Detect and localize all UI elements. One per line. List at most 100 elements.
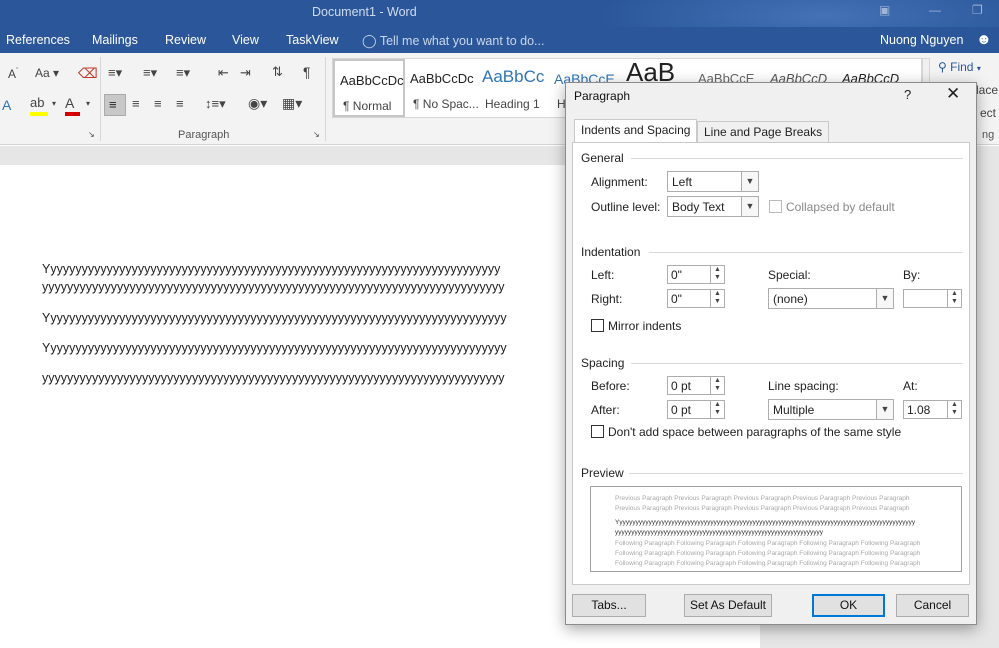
special-select[interactable]: (none) ▼ (768, 288, 894, 309)
paragraph-dialog-launcher-icon[interactable]: ↘ (313, 130, 320, 139)
tabs-button[interactable]: Tabs... (572, 594, 646, 617)
show-formatting-icon[interactable]: ¶ (303, 64, 311, 80)
before-spinner[interactable]: 0 pt ▲ ▼ (667, 376, 725, 395)
chevron-down-icon: ▼ (741, 172, 758, 191)
highlight-color-icon[interactable]: ab (30, 95, 48, 116)
borders-icon[interactable]: ▦▾ (282, 95, 302, 112)
tab-mailings[interactable]: Mailings (92, 33, 138, 47)
document-line[interactable]: yyyyyyyyyyyyyyyyyyyyyyyyyyyyyyyyyyyyyyyy… (42, 280, 566, 294)
document-line[interactable]: Yyyyyyyyyyyyyyyyyyyyyyyyyyyyyyyyyyyyyyyy… (42, 311, 566, 325)
dont-add-space-checkbox[interactable] (591, 425, 604, 438)
cancel-button[interactable]: Cancel (896, 594, 969, 617)
outline-level-value: Body Text (672, 200, 725, 214)
sort-icon[interactable]: ⇅ (272, 64, 283, 80)
indentation-heading: Indentation (581, 245, 641, 259)
tab-references[interactable]: References (6, 33, 70, 47)
restore-icon[interactable]: ❐ (972, 3, 983, 17)
alignment-select[interactable]: Left ▼ (667, 171, 759, 192)
share-icon[interactable]: ☻ (976, 31, 992, 48)
style-name: Heading 1 (485, 97, 540, 111)
tab-taskview[interactable]: TaskView (286, 33, 339, 47)
outline-level-select[interactable]: Body Text ▼ (667, 196, 759, 217)
document-line[interactable]: Yyyyyyyyyyyyyyyyyyyyyyyyyyyyyyyyyyyyyyyy… (42, 341, 566, 355)
tab-view[interactable]: View (232, 33, 259, 47)
align-right-icon[interactable]: ≡ (154, 96, 162, 111)
style-no-spacing[interactable]: AaBbCcDc ¶ No Spac... (405, 59, 479, 117)
lightbulb-icon: ◯ (362, 33, 377, 48)
spin-arrows-icon[interactable]: ▲ ▼ (947, 401, 961, 418)
highlight-dropdown-icon[interactable]: ▾ (52, 99, 56, 108)
align-center-icon[interactable]: ≡ (132, 96, 140, 111)
before-value: 0 pt (671, 379, 692, 393)
set-as-default-button[interactable]: Set As Default (684, 594, 772, 617)
at-value: 1.08 (907, 403, 931, 417)
tell-me-search[interactable]: ◯ Tell me what you want to do... (362, 33, 544, 49)
mirror-indents-checkbox[interactable] (591, 319, 604, 332)
style-normal[interactable]: AaBbCcDc ¶ Normal (333, 59, 405, 117)
text-effects-icon[interactable]: A (2, 97, 11, 113)
paragraph-group-label: Paragraph (178, 129, 230, 141)
increase-indent-icon[interactable]: ⇥ (240, 65, 251, 81)
spin-arrows-icon[interactable]: ▲ ▼ (947, 290, 961, 307)
after-spinner[interactable]: 0 pt ▲ ▼ (667, 400, 725, 419)
ok-button[interactable]: OK (812, 594, 885, 617)
numbering-icon[interactable]: ≡▾ (143, 65, 157, 81)
decrease-indent-icon[interactable]: ⇤ (218, 65, 229, 81)
font-color-icon[interactable]: A (65, 95, 80, 116)
document-line[interactable]: Yyyyyyyyyyyyyyyyyyyyyyyyyyyyyyyyyyyyyyyy… (42, 262, 566, 276)
style-sample: AaBbCcDc (340, 73, 404, 88)
close-icon[interactable]: ✕ (946, 84, 960, 104)
collapsed-label: Collapsed by default (786, 200, 895, 214)
spacing-heading: Spacing (581, 356, 625, 370)
chevron-down-icon: ▼ (876, 400, 893, 419)
dont-add-space-label: Don't add space between paragraphs of th… (608, 425, 902, 439)
minimize-icon[interactable]: — (929, 3, 941, 17)
general-heading: General (581, 151, 624, 165)
replace-button[interactable]: lace (976, 83, 998, 97)
style-heading-1[interactable]: AaBbCc Heading 1 (477, 59, 549, 117)
tab-line-and-page-breaks[interactable]: Line and Page Breaks (697, 121, 830, 142)
ribbon-tabs: References Mailings Review View TaskView… (0, 27, 999, 53)
user-name[interactable]: Nuong Nguyen (880, 33, 963, 47)
find-button[interactable]: ⚲ Find ▾ (938, 60, 981, 74)
style-sample: AaBbCcDc (410, 71, 474, 86)
collapsed-checkbox[interactable] (769, 200, 782, 213)
after-label: After: (591, 403, 620, 417)
mirror-indents-label: Mirror indents (608, 319, 682, 333)
by-spinner[interactable]: ▲ ▼ (903, 289, 962, 308)
select-button[interactable]: ect (980, 106, 996, 120)
outline-level-label: Outline level: (591, 200, 661, 214)
after-value: 0 pt (671, 403, 692, 417)
group-divider (100, 57, 101, 141)
line-spacing-icon[interactable]: ↕≡▾ (205, 96, 226, 112)
tab-indents-and-spacing[interactable]: Indents and Spacing (574, 119, 698, 143)
tab-review[interactable]: Review (165, 33, 206, 47)
shading-icon[interactable]: ◉▾ (248, 95, 267, 112)
right-indent-spinner[interactable]: 0" ▲ ▼ (667, 289, 725, 308)
clear-formatting-icon[interactable]: ⌫ (78, 65, 98, 82)
font-color-dropdown-icon[interactable]: ▾ (86, 99, 90, 108)
spin-arrows-icon[interactable]: ▲ ▼ (710, 290, 724, 307)
spin-arrows-icon[interactable]: ▲ ▼ (710, 401, 724, 418)
align-left-button[interactable]: ≡ (104, 94, 126, 116)
ribbon-display-icon[interactable]: ▣ (879, 3, 890, 17)
line-spacing-value: Multiple (773, 403, 815, 417)
line-spacing-select[interactable]: Multiple ▼ (768, 399, 894, 420)
shrink-font-icon[interactable]: Aˇ (8, 67, 18, 81)
at-spinner[interactable]: 1.08 ▲ ▼ (903, 400, 962, 419)
by-label: By: (903, 268, 921, 282)
preview-current-text: Yyyyyyyyyyyyyyyyyyyyyyyyyyyyyyyyyyyyyyyy… (615, 519, 916, 526)
left-indent-spinner[interactable]: 0" ▲ ▼ (667, 265, 725, 284)
spin-arrows-icon[interactable]: ▲ ▼ (710, 266, 724, 283)
chevron-down-icon: ▼ (741, 197, 758, 216)
preview-following-text: Following Paragraph Following Paragraph … (615, 540, 921, 547)
font-dialog-launcher-icon[interactable]: ↘ (88, 130, 95, 139)
spin-arrows-icon[interactable]: ▲ ▼ (710, 377, 724, 394)
multilevel-list-icon[interactable]: ≡▾ (176, 65, 190, 81)
preview-following-text: Following Paragraph Following Paragraph … (615, 550, 921, 557)
justify-icon[interactable]: ≡ (176, 96, 184, 111)
bullets-icon[interactable]: ≡▾ (108, 65, 122, 81)
change-case-icon[interactable]: Aa ▾ (35, 66, 59, 80)
help-icon[interactable]: ? (904, 87, 911, 102)
document-line[interactable]: yyyyyyyyyyyyyyyyyyyyyyyyyyyyyyyyyyyyyyyy… (42, 371, 566, 385)
